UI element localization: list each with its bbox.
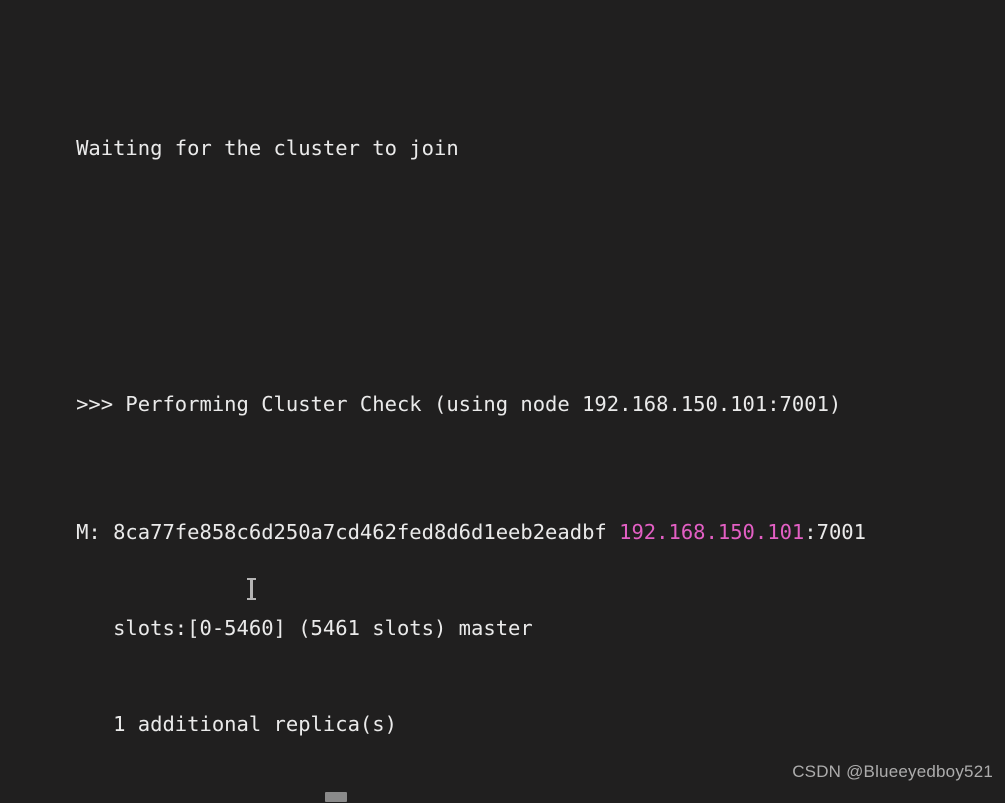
node1-id: M: 8ca77fe858c6d250a7cd462fed8d6d1eeb2ea…: [76, 520, 620, 544]
horizontal-scrollbar-thumb[interactable]: [325, 792, 347, 802]
line-node1-slots: slots:[0-5460] (5461 slots) master: [0, 580, 866, 640]
terminal-window[interactable]: Waiting for the cluster to join >>> Perf…: [0, 0, 1005, 803]
line-node1: M: 8ca77fe858c6d250a7cd462fed8d6d1eeb2ea…: [0, 484, 866, 544]
text-performing-check: >>> Performing Cluster Check (using node…: [76, 392, 842, 416]
node1-port: :7001: [804, 520, 866, 544]
line-performing-check: >>> Performing Cluster Check (using node…: [0, 356, 866, 416]
line-node1-replicas: 1 additional replica(s): [0, 676, 866, 736]
node1-ip: 192.168.150.101: [619, 520, 805, 544]
line-waiting: Waiting for the cluster to join: [0, 100, 866, 160]
node1-slots: slots:[0-5460] (5461 slots) master: [76, 616, 533, 640]
terminal-output: Waiting for the cluster to join >>> Perf…: [0, 0, 866, 803]
text-waiting: Waiting for the cluster to join: [76, 136, 459, 160]
node1-replicas: 1 additional replica(s): [76, 712, 397, 736]
line-blank-1: [0, 228, 866, 260]
watermark-label: CSDN @Blueeyedboy521: [792, 762, 993, 781]
